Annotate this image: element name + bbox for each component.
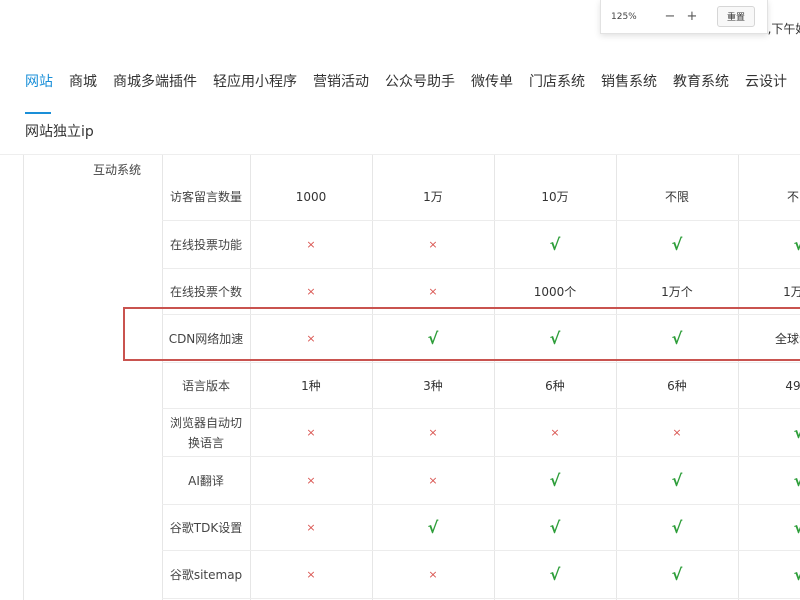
- group-label: 互动系统: [93, 163, 142, 177]
- table-cell: 1000: [295, 189, 327, 204]
- cross-icon: ×: [306, 426, 316, 439]
- row-label: 浏览器自动切换语言: [169, 415, 242, 450]
- cdn-row-highlight-box: [123, 307, 800, 361]
- zoom-popup: 125% − + 重置: [600, 0, 768, 34]
- table-cell: 1种: [301, 379, 321, 393]
- table-row: 谷歌sitemap × × √ √ √: [162, 551, 800, 599]
- nav-tab-1[interactable]: 商城: [69, 71, 97, 91]
- zoom-level: 125%: [611, 11, 637, 22]
- check-icon: √: [793, 423, 800, 442]
- cross-icon: ×: [306, 238, 316, 251]
- table-cell: 6种: [667, 379, 687, 393]
- table-row: AI翻译 × × √ √ √: [162, 457, 800, 505]
- check-icon: √: [549, 518, 561, 537]
- nav-tab-7[interactable]: 门店系统: [529, 71, 585, 91]
- check-icon: √: [793, 518, 800, 537]
- check-icon: √: [549, 235, 561, 254]
- zoom-in-button[interactable]: +: [681, 9, 703, 24]
- table-cell: 6种: [545, 379, 565, 393]
- cross-icon: ×: [306, 568, 316, 581]
- nav-tab-6[interactable]: 微传单: [471, 71, 513, 91]
- check-icon: √: [671, 235, 683, 254]
- nav-tab-5[interactable]: 公众号助手: [385, 71, 455, 91]
- cross-icon: ×: [428, 238, 438, 251]
- nav-tab-4[interactable]: 营销活动: [313, 71, 369, 91]
- product-nav: 网站 商城 商城多端插件 轻应用小程序 营销活动 公众号助手 微传单 门店系统 销售系统 教育系统…: [0, 62, 800, 100]
- table-row: 语言版本 1种 3种 6种 6种 49种: [162, 363, 800, 409]
- table-cell: 49种: [785, 379, 800, 393]
- nav-tab-3[interactable]: 轻应用小程序: [213, 71, 297, 91]
- row-label: AI翻译: [188, 473, 224, 488]
- check-icon: √: [549, 471, 561, 490]
- table-row: 访客留言数量 1000 1万 10万 不限 不限: [162, 173, 800, 221]
- table-cell: 1万: [423, 190, 443, 204]
- cross-icon: ×: [306, 521, 316, 534]
- check-icon: √: [793, 235, 800, 254]
- check-icon: √: [671, 565, 683, 584]
- zoom-reset-button[interactable]: 重置: [717, 6, 756, 27]
- active-tab-underline: [25, 112, 51, 114]
- cross-icon: ×: [428, 474, 438, 487]
- table-cell: 3种: [423, 379, 443, 393]
- check-icon: √: [793, 471, 800, 490]
- check-icon: √: [671, 471, 683, 490]
- nav-tab-2[interactable]: 商城多端插件: [113, 71, 197, 91]
- subnav-item-website-ip[interactable]: 网站独立ip: [25, 121, 94, 141]
- table-row: 在线投票功能 × × √ √ √: [162, 221, 800, 269]
- check-icon: √: [793, 565, 800, 584]
- cross-icon: ×: [550, 426, 560, 439]
- row-label: 谷歌TDK设置: [169, 520, 243, 535]
- row-label: 在线投票功能: [169, 237, 242, 252]
- table-cell: 10万: [541, 190, 569, 204]
- table-cell: 不限: [664, 190, 689, 204]
- table-cell: 不限: [786, 190, 800, 204]
- zoom-out-button[interactable]: −: [659, 9, 681, 24]
- check-icon: √: [549, 565, 561, 584]
- table-border-left: [23, 155, 24, 600]
- table-row: 谷歌TDK设置 × √ √ √ √: [162, 505, 800, 551]
- nav-tab-8[interactable]: 销售系统: [601, 71, 657, 91]
- row-label: 语言版本: [181, 378, 230, 393]
- check-icon: √: [671, 518, 683, 537]
- cross-icon: ×: [428, 568, 438, 581]
- row-label: 谷歌sitemap: [169, 567, 243, 582]
- check-icon: √: [427, 518, 439, 537]
- nav-tab-0[interactable]: 网站: [25, 71, 53, 91]
- cross-icon: ×: [672, 426, 682, 439]
- table-row: 浏览器自动切换语言 × × × × √: [162, 409, 800, 457]
- cross-icon: ×: [306, 474, 316, 487]
- cross-icon: ×: [428, 426, 438, 439]
- row-label: 访客留言数量: [169, 189, 242, 204]
- feature-comparison-table: 互动系统 访客留言数量10001万10万不限不限在线投票功能××√√√在线投票个…: [0, 155, 800, 600]
- nav-tab-9[interactable]: 教育系统: [673, 71, 729, 91]
- nav-tab-10[interactable]: 云设计: [745, 71, 787, 91]
